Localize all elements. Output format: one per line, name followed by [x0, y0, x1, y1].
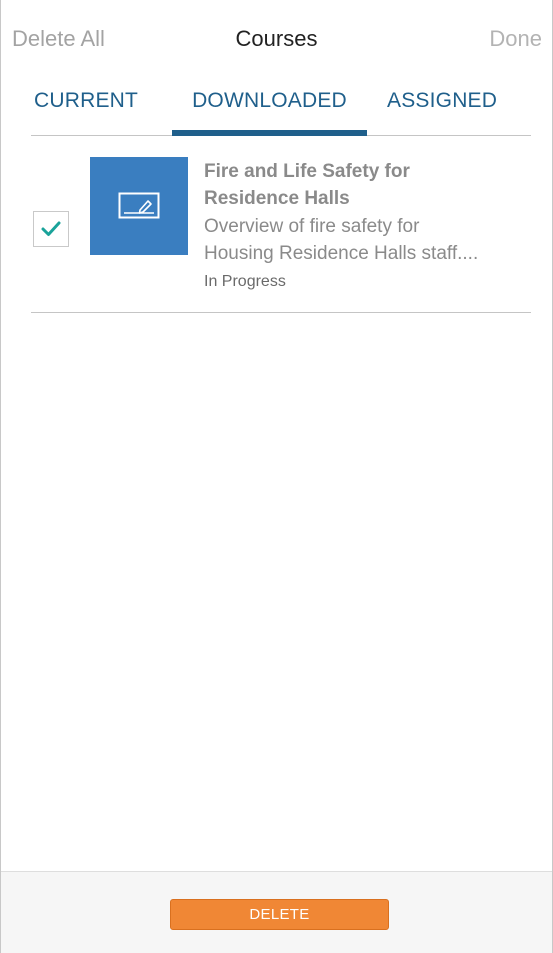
course-checkbox[interactable] — [33, 211, 69, 247]
tab-bar: CURRENT DOWNLOADED ASSIGNED — [31, 80, 531, 136]
course-description-line: Housing Residence Halls staff.... — [204, 243, 479, 264]
delete-all-button[interactable]: Delete All — [12, 24, 105, 54]
course-title[interactable]: Fire and Life Safety for Residence Halls — [204, 158, 524, 212]
course-title-line: Fire and Life Safety for — [204, 161, 410, 182]
course-thumbnail[interactable] — [90, 157, 188, 255]
pencil-card-icon — [118, 192, 160, 219]
course-status: In Progress — [204, 273, 286, 290]
app-screen: Delete All Courses Done CURRENT DOWNLOAD… — [0, 0, 553, 953]
course-details: Fire and Life Safety for Residence Halls… — [204, 158, 524, 292]
tab-downloaded[interactable]: DOWNLOADED — [172, 88, 367, 135]
course-description: Overview of fire safety for Housing Resi… — [204, 213, 524, 267]
course-description-line: Overview of fire safety for — [204, 216, 420, 237]
list-item[interactable]: Fire and Life Safety for Residence Halls… — [31, 136, 531, 313]
checkmark-icon — [41, 221, 61, 236]
bottom-toolbar: DELETE — [1, 871, 552, 953]
tab-current[interactable]: CURRENT — [34, 88, 138, 135]
delete-button[interactable]: DELETE — [170, 899, 389, 930]
course-title-line: Residence Halls — [204, 188, 350, 209]
tab-assigned[interactable]: ASSIGNED — [387, 88, 497, 135]
done-button[interactable]: Done — [489, 24, 542, 54]
page-title: Courses — [235, 26, 318, 51]
nav-bar: Delete All Courses Done — [1, 0, 552, 80]
